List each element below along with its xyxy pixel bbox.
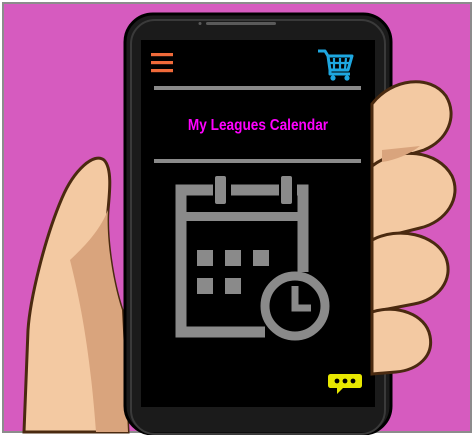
title-divider — [154, 159, 361, 163]
phone-camera — [198, 22, 202, 25]
menu-button[interactable] — [150, 51, 176, 75]
stage: My Leagues Calendar — [0, 0, 474, 435]
chat-button[interactable] — [327, 370, 363, 396]
header-divider — [154, 86, 361, 90]
page-title: My Leagues Calendar — [187, 117, 329, 134]
phone-speaker — [206, 22, 276, 25]
cart-button[interactable] — [315, 47, 357, 81]
calendar-clock-icon — [175, 176, 330, 341]
hamburger-menu-icon — [151, 53, 173, 73]
chat-bubble-icon — [328, 374, 362, 394]
shopping-cart-icon — [318, 49, 354, 81]
app-screen: My Leagues Calendar — [141, 40, 375, 407]
